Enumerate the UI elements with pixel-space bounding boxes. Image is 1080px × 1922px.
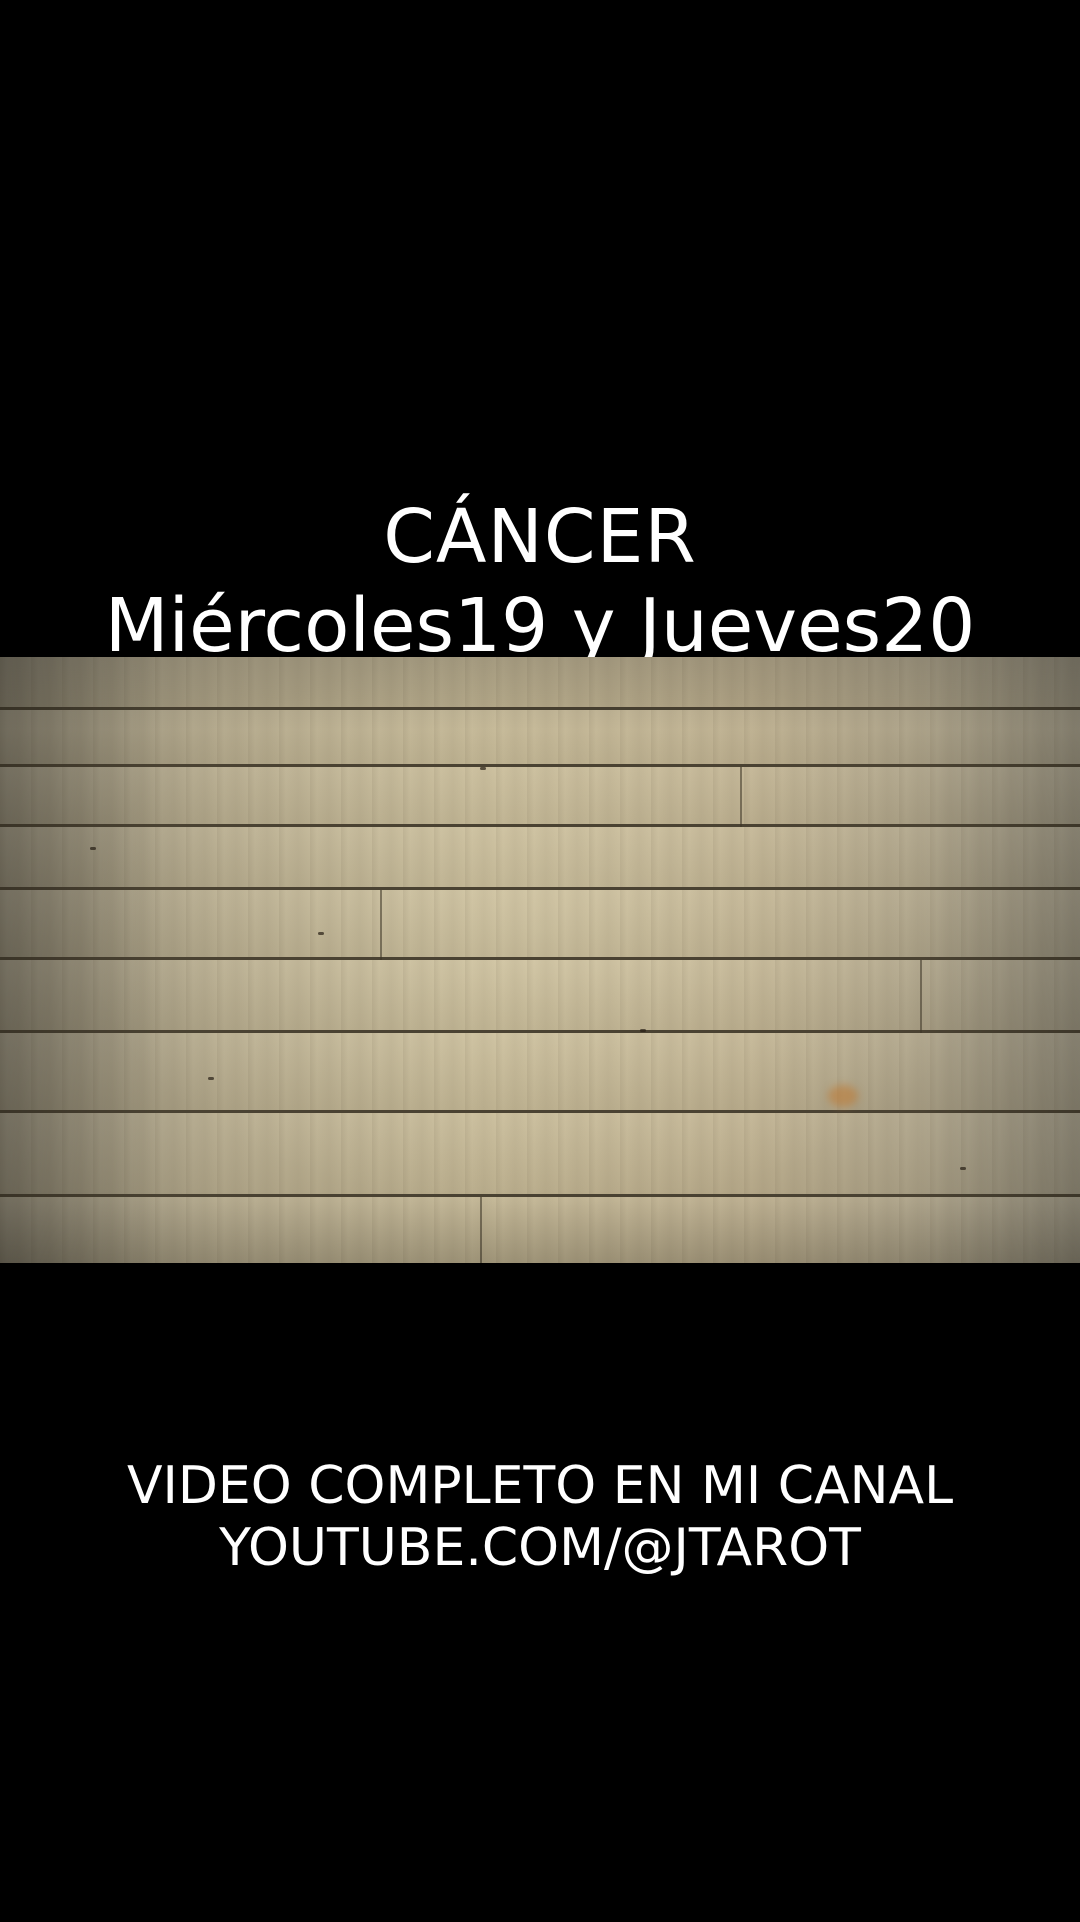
channel-promo-text: VIDEO COMPLETO EN MI CANAL [126,1456,954,1516]
wooden-table-photo [0,657,1080,1263]
photo-vignette [0,657,1080,1263]
channel-url-text: YOUTUBE.COM/@JTAROT [219,1518,861,1578]
dates-subtitle: Miércoles19 y Jueves20 [104,583,976,669]
video-frame: CÁNCER Miércoles19 y Jueves20 VIDEO COMP… [0,0,1080,1922]
zodiac-sign-title: CÁNCER [383,494,697,580]
